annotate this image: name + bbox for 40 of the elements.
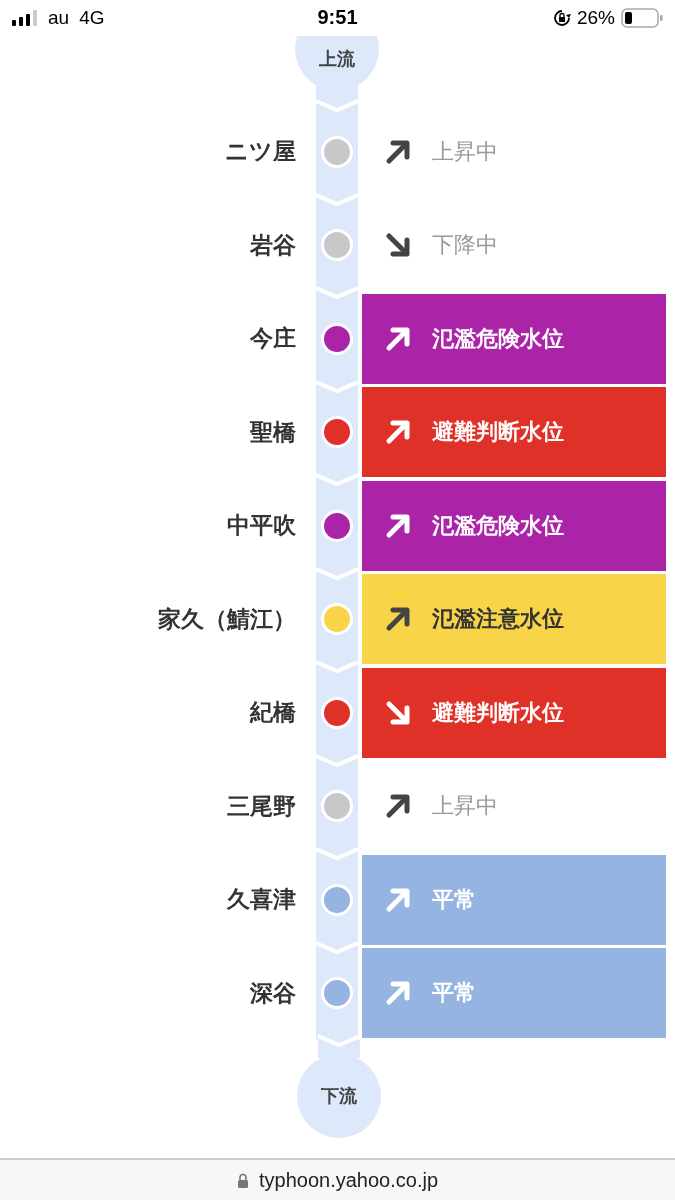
station-name: 紀橋 [248,698,297,728]
chevron-icon [316,660,358,675]
status-label: 平常 [432,885,476,914]
clock-time: 9:51 [317,6,358,30]
chevron-icon [316,192,358,207]
station-name: 岩谷 [249,230,297,260]
station-name: 三尾野 [226,791,297,821]
status-label: 氾濫危険水位 [432,511,564,540]
station-name: 深谷 [249,978,297,1008]
url-text[interactable]: typhoon.yahoo.co.jp [259,1168,438,1192]
signal-icon [12,9,38,26]
status-label: 平常 [432,979,476,1008]
station-name: 今庄 [249,324,297,354]
battery-percent: 26% [576,6,615,29]
rotation-lock-icon [552,8,571,27]
station-name: 久喜津 [226,885,297,915]
station-name: ニツ屋 [224,137,297,167]
status-label: 氾濫危険水位 [432,324,564,353]
status-label: 上昇中 [432,137,498,166]
status-label: 氾濫注意水位 [432,605,564,634]
status-label: 避難判断水位 [432,418,564,447]
network-type: 4G [79,6,105,29]
chevron-icon [316,847,358,862]
chevron-icon [317,1034,360,1049]
station-name: 聖橋 [249,417,297,447]
station-name: 家久（鯖江） [157,604,297,634]
status-label: 上昇中 [432,792,498,821]
battery-icon [621,7,663,28]
chevron-icon [316,473,358,488]
chevron-icon [316,940,358,955]
lock-icon [237,1172,249,1188]
chevron-icon [316,286,358,301]
status-label: 下降中 [432,231,498,260]
chevron-icon [316,566,358,581]
chevron-icon [316,99,358,114]
chevron-icon [316,379,358,394]
status-label: 避難判断水位 [432,698,564,727]
carrier-name: au [48,6,70,29]
station-name: 中平吹 [226,511,297,541]
chevron-icon [316,753,358,768]
